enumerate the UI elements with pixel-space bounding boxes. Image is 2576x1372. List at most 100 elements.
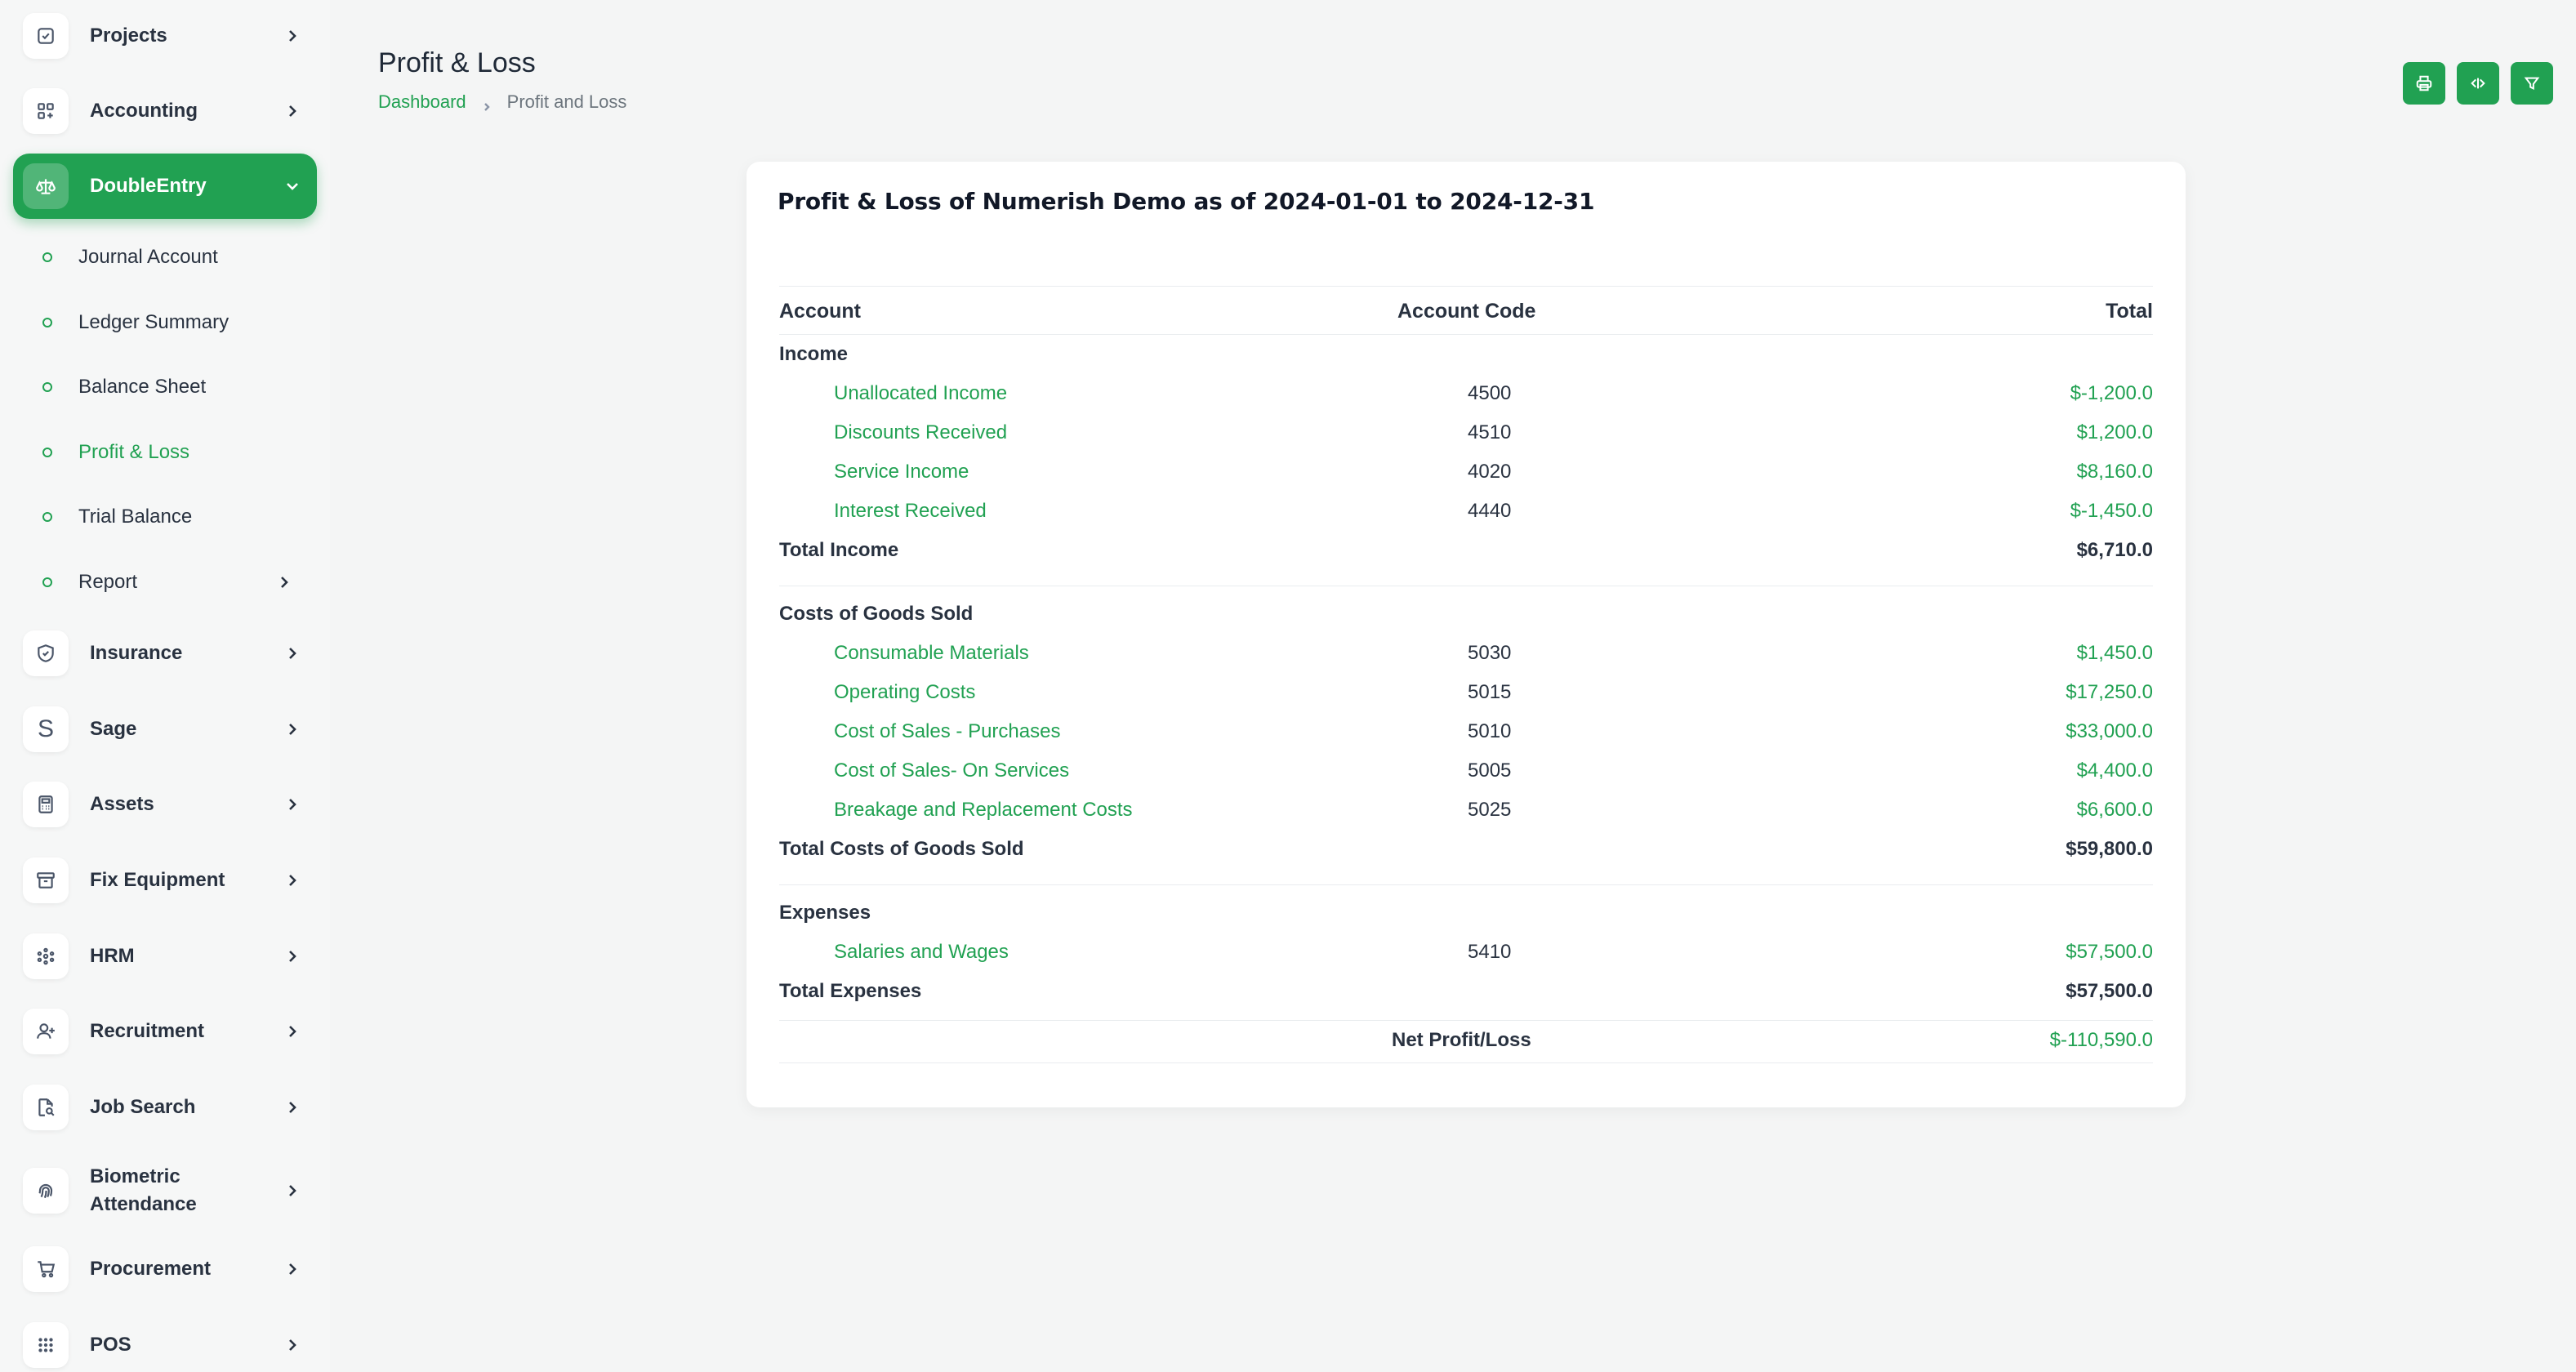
sidebar-item-fix-equipment[interactable]: Fix Equipment [13,848,317,913]
sidebar-subitem-label: Report [78,571,138,593]
table-header: Account Account Code Total [779,286,2153,335]
table-row: Unallocated Income 4500 $-1,200.0 [779,374,2153,413]
section-total-row: Total Expenses $57,500.0 [779,972,2153,1011]
table-row: Service Income 4020 $8,160.0 [779,452,2153,492]
sidebar-item-label: Job Search [90,1096,196,1118]
sidebar-subitem-label: Journal Account [78,246,218,268]
account-code: 5015 [1468,681,1512,703]
net-profit-loss-label: Net Profit/Loss [1392,1029,1531,1051]
table-row: Salaries and Wages 5410 $57,500.0 [779,933,2153,972]
sidebar-subitem-profit-loss[interactable]: Profit & Loss [42,432,312,473]
sidebar-item-hrm[interactable]: HRM [13,924,317,989]
chevron-right-icon [284,948,301,964]
account-link[interactable]: Operating Costs [834,673,975,712]
sidebar-item-biometric-attendance[interactable]: Biometric Attendance [13,1156,317,1225]
sidebar-item-label: Accounting [90,100,198,122]
chevron-right-icon [284,1261,301,1277]
cart-icon [23,1246,69,1292]
account-total: $17,250.0 [2066,681,2153,703]
chevron-right-icon [284,1099,301,1116]
shield-icon [23,630,69,676]
bullet-icon [42,382,52,392]
sidebar-item-label: Biometric Attendance [90,1163,197,1218]
sidebar-item-sage[interactable]: S Sage [13,697,317,762]
sidebar-item-recruitment[interactable]: Recruitment [13,999,317,1064]
sidebar-subitem-journal-account[interactable]: Journal Account [42,237,312,278]
account-code: 5005 [1468,760,1512,782]
account-link[interactable]: Interest Received [834,492,987,531]
filter-button[interactable] [2511,62,2553,105]
sidebar-item-doubleentry[interactable]: DoubleEntry [13,154,317,219]
table-row: Consumable Materials 5030 $1,450.0 [779,634,2153,673]
table-row: Interest Received 4440 $-1,450.0 [779,492,2153,531]
sidebar-item-pos[interactable]: POS [13,1312,317,1372]
account-total: $57,500.0 [2066,941,2153,963]
print-icon [2415,74,2433,92]
chevron-right-icon [284,1337,301,1353]
sidebar-item-insurance[interactable]: Insurance [13,621,317,686]
chevron-right-icon [284,872,301,889]
column-header-account: Account [779,300,861,323]
sidebar-item-projects[interactable]: Projects [13,3,317,69]
account-code: 5410 [1468,941,1512,963]
user-plus-icon [23,1009,69,1054]
section-header-row: Expenses [779,893,2153,933]
calculator-icon [23,782,69,827]
archive-icon [23,858,69,903]
chevron-right-icon [284,28,301,44]
account-link[interactable]: Breakage and Replacement Costs [834,791,1133,830]
chevron-down-icon [284,178,301,194]
filter-icon [2523,74,2541,92]
table-row: Discounts Received 4510 $1,200.0 [779,413,2153,452]
chevron-right-icon [284,103,301,119]
account-link[interactable]: Cost of Sales - Purchases [834,712,1060,751]
account-total: $8,160.0 [2076,461,2153,483]
export-button[interactable] [2457,62,2499,105]
account-link[interactable]: Salaries and Wages [834,933,1009,972]
report-title: Profit & Loss of Numerish Demo as of 202… [778,188,1595,215]
account-total: $1,450.0 [2076,642,2153,664]
section-total-value: $57,500.0 [2066,980,2153,1002]
bullet-icon [42,448,52,457]
sidebar-item-label: POS [90,1334,131,1356]
breadcrumb-dashboard-link[interactable]: Dashboard [378,91,466,113]
sidebar-item-assets[interactable]: Assets [13,772,317,837]
scale-icon [23,163,69,209]
label-line: Biometric [90,1165,180,1187]
section-total-label: Total Income [779,539,899,561]
sidebar-item-procurement[interactable]: Procurement [13,1236,317,1302]
sidebar-item-job-search[interactable]: Job Search [13,1075,317,1140]
account-link[interactable]: Unallocated Income [834,374,1007,413]
sidebar-subitem-report[interactable]: Report [42,562,312,603]
sidebar-subitem-label: Profit & Loss [78,441,190,463]
bullet-icon [42,252,52,262]
sidebar-item-accounting[interactable]: Accounting [13,78,317,144]
section-title: Expenses [779,902,871,924]
account-total: $6,600.0 [2076,799,2153,821]
account-link[interactable]: Consumable Materials [834,634,1029,673]
account-code: 4500 [1468,382,1512,404]
grid-plus-icon [23,88,69,134]
account-code: 5010 [1468,720,1512,742]
section-header-row: Income [779,335,2153,374]
sidebar-item-label: Assets [90,793,154,815]
sidebar-item-label: Recruitment [90,1020,205,1042]
account-code: 4020 [1468,461,1512,483]
print-button[interactable] [2403,62,2445,105]
sidebar-subitem-balance-sheet[interactable]: Balance Sheet [42,367,312,408]
section-title: Costs of Goods Sold [779,603,974,625]
sidebar-subitem-trial-balance[interactable]: Trial Balance [42,497,312,537]
account-link[interactable]: Discounts Received [834,413,1007,452]
breadcrumb-current: Profit and Loss [506,91,627,112]
sidebar-item-label: Projects [90,24,167,47]
net-profit-loss-row: Net Profit/Loss $-110,590.0 [779,1021,2153,1063]
account-link[interactable]: Service Income [834,452,969,492]
bullet-icon [42,512,52,522]
section-total-value: $6,710.0 [2076,539,2153,561]
sidebar-subitem-ledger-summary[interactable]: Ledger Summary [42,302,312,343]
page-title: Profit & Loss [378,47,536,78]
account-code: 5030 [1468,642,1512,664]
account-link[interactable]: Cost of Sales- On Services [834,751,1069,791]
